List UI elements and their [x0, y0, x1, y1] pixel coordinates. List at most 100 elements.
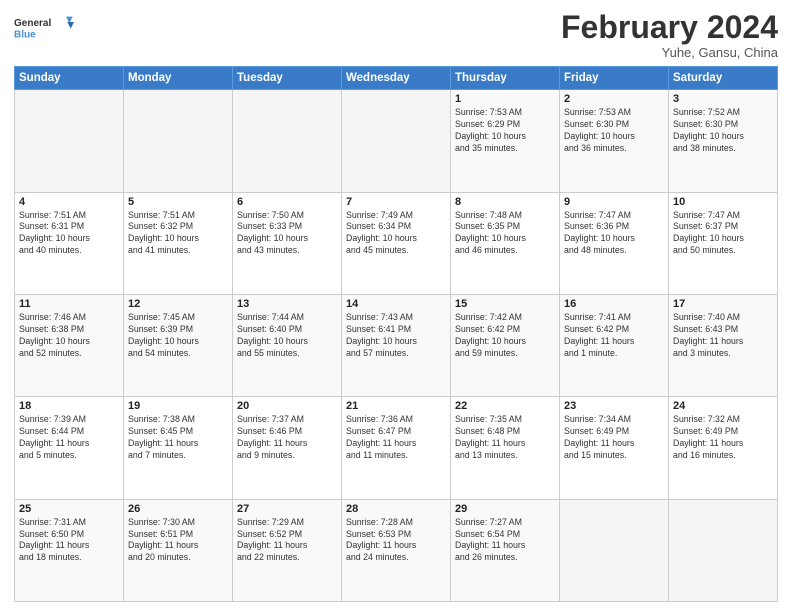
calendar-cell: 29 Sunrise: 7:27 AMSunset: 6:54 PMDayligh…: [451, 499, 560, 601]
day-info: Sunrise: 7:52 AMSunset: 6:30 PMDaylight:…: [673, 107, 773, 155]
header: General Blue February 2024 Yuhe, Gansu, …: [14, 10, 778, 60]
calendar-cell: 16Sunrise: 7:41 AMSunset: 6:42 PMDayligh…: [560, 294, 669, 396]
calendar-cell: [669, 499, 778, 601]
day-info: Sunrise: 7:35 AMSunset: 6:48 PMDaylight:…: [455, 414, 555, 462]
calendar-cell: [342, 90, 451, 192]
calendar-cell: [560, 499, 669, 601]
day-number: 19: [128, 400, 228, 412]
col-header-wednesday: Wednesday: [342, 67, 451, 90]
day-info: Sunrise: 7:32 AMSunset: 6:49 PMDaylight:…: [673, 414, 773, 462]
col-header-saturday: Saturday: [669, 67, 778, 90]
day-number: 9: [564, 196, 664, 208]
week-row-3: 11Sunrise: 7:46 AMSunset: 6:38 PMDayligh…: [15, 294, 778, 396]
calendar-cell: [15, 90, 124, 192]
day-number: 15: [455, 298, 555, 310]
day-info: Sunrise: 7:53 AMSunset: 6:30 PMDaylight:…: [564, 107, 664, 155]
svg-text:Blue: Blue: [14, 29, 36, 40]
calendar-cell: 24 Sunrise: 7:32 AMSunset: 6:49 PMDayligh…: [669, 397, 778, 499]
day-number: 22: [455, 400, 555, 412]
col-header-thursday: Thursday: [451, 67, 560, 90]
day-number: 4: [19, 196, 119, 208]
calendar-cell: 6Sunrise: 7:50 AMSunset: 6:33 PMDaylight…: [233, 192, 342, 294]
day-number: 12: [128, 298, 228, 310]
day-info: Sunrise: 7:29 AMSunset: 6:52 PMDaylight:…: [237, 517, 337, 565]
day-info: Sunrise: 7:37 AMSunset: 6:46 PMDaylight:…: [237, 414, 337, 462]
day-number: 10: [673, 196, 773, 208]
day-info: Sunrise: 7:47 AMSunset: 6:37 PMDaylight:…: [673, 210, 773, 258]
day-info: Sunrise: 7:27 AMSunset: 6:54 PMDaylight:…: [455, 517, 555, 565]
subtitle: Yuhe, Gansu, China: [561, 45, 778, 60]
title-block: February 2024 Yuhe, Gansu, China: [561, 10, 778, 60]
calendar-header-row: SundayMondayTuesdayWednesdayThursdayFrid…: [15, 67, 778, 90]
col-header-monday: Monday: [124, 67, 233, 90]
day-number: 18: [19, 400, 119, 412]
calendar-cell: 12 Sunrise: 7:45 AMSunset: 6:39 PMDayligh…: [124, 294, 233, 396]
calendar-cell: 25 Sunrise: 7:31 AMSunset: 6:50 PMDayligh…: [15, 499, 124, 601]
day-info: Sunrise: 7:34 AMSunset: 6:49 PMDaylight:…: [564, 414, 664, 462]
day-number: 8: [455, 196, 555, 208]
calendar-cell: 15 Sunrise: 7:42 AMSunset: 6:42 PMDayligh…: [451, 294, 560, 396]
calendar-cell: [233, 90, 342, 192]
calendar-cell: 23Sunrise: 7:34 AMSunset: 6:49 PMDayligh…: [560, 397, 669, 499]
calendar-cell: 1Sunrise: 7:53 AMSunset: 6:29 PMDaylight…: [451, 90, 560, 192]
day-info: Sunrise: 7:51 AMSunset: 6:32 PMDaylight:…: [128, 210, 228, 258]
day-number: 2: [564, 93, 664, 105]
day-info: Sunrise: 7:50 AMSunset: 6:33 PMDaylight:…: [237, 210, 337, 258]
day-info: Sunrise: 7:43 AMSunset: 6:41 PMDaylight:…: [346, 312, 446, 360]
calendar-cell: 13 Sunrise: 7:44 AMSunset: 6:40 PMDayligh…: [233, 294, 342, 396]
calendar-table: SundayMondayTuesdayWednesdayThursdayFrid…: [14, 66, 778, 602]
calendar-cell: 7 Sunrise: 7:49 AMSunset: 6:34 PMDaylight…: [342, 192, 451, 294]
calendar-cell: 26 Sunrise: 7:30 AMSunset: 6:51 PMDayligh…: [124, 499, 233, 601]
day-number: 7: [346, 196, 446, 208]
calendar-cell: 2 Sunrise: 7:53 AMSunset: 6:30 PMDaylight…: [560, 90, 669, 192]
day-number: 13: [237, 298, 337, 310]
calendar-cell: 19 Sunrise: 7:38 AMSunset: 6:45 PMDayligh…: [124, 397, 233, 499]
day-info: Sunrise: 7:40 AMSunset: 6:43 PMDaylight:…: [673, 312, 773, 360]
calendar-cell: 22 Sunrise: 7:35 AMSunset: 6:48 PMDayligh…: [451, 397, 560, 499]
day-number: 24: [673, 400, 773, 412]
day-number: 29: [455, 503, 555, 515]
day-number: 11: [19, 298, 119, 310]
day-info: Sunrise: 7:47 AMSunset: 6:36 PMDaylight:…: [564, 210, 664, 258]
calendar-cell: 20Sunrise: 7:37 AMSunset: 6:46 PMDayligh…: [233, 397, 342, 499]
svg-text:General: General: [14, 18, 51, 29]
day-info: Sunrise: 7:38 AMSunset: 6:45 PMDaylight:…: [128, 414, 228, 462]
day-number: 21: [346, 400, 446, 412]
day-info: Sunrise: 7:42 AMSunset: 6:42 PMDaylight:…: [455, 312, 555, 360]
day-info: Sunrise: 7:30 AMSunset: 6:51 PMDaylight:…: [128, 517, 228, 565]
calendar-cell: 10 Sunrise: 7:47 AMSunset: 6:37 PMDayligh…: [669, 192, 778, 294]
week-row-2: 4 Sunrise: 7:51 AMSunset: 6:31 PMDaylight…: [15, 192, 778, 294]
day-number: 5: [128, 196, 228, 208]
col-header-tuesday: Tuesday: [233, 67, 342, 90]
calendar-cell: 17Sunrise: 7:40 AMSunset: 6:43 PMDayligh…: [669, 294, 778, 396]
day-number: 28: [346, 503, 446, 515]
day-info: Sunrise: 7:31 AMSunset: 6:50 PMDaylight:…: [19, 517, 119, 565]
day-info: Sunrise: 7:39 AMSunset: 6:44 PMDaylight:…: [19, 414, 119, 462]
day-number: 26: [128, 503, 228, 515]
logo: General Blue: [14, 10, 74, 46]
calendar-cell: 9 Sunrise: 7:47 AMSunset: 6:36 PMDaylight…: [560, 192, 669, 294]
calendar-cell: [124, 90, 233, 192]
calendar-cell: 11Sunrise: 7:46 AMSunset: 6:38 PMDayligh…: [15, 294, 124, 396]
day-info: Sunrise: 7:45 AMSunset: 6:39 PMDaylight:…: [128, 312, 228, 360]
week-row-5: 25 Sunrise: 7:31 AMSunset: 6:50 PMDayligh…: [15, 499, 778, 601]
day-number: 1: [455, 93, 555, 105]
day-info: Sunrise: 7:41 AMSunset: 6:42 PMDaylight:…: [564, 312, 664, 360]
day-info: Sunrise: 7:36 AMSunset: 6:47 PMDaylight:…: [346, 414, 446, 462]
page: General Blue February 2024 Yuhe, Gansu, …: [0, 0, 792, 612]
week-row-1: 1Sunrise: 7:53 AMSunset: 6:29 PMDaylight…: [15, 90, 778, 192]
day-number: 25: [19, 503, 119, 515]
day-info: Sunrise: 7:49 AMSunset: 6:34 PMDaylight:…: [346, 210, 446, 258]
logo-svg: General Blue: [14, 10, 74, 46]
week-row-4: 18 Sunrise: 7:39 AMSunset: 6:44 PMDayligh…: [15, 397, 778, 499]
day-number: 14: [346, 298, 446, 310]
calendar-cell: 21 Sunrise: 7:36 AMSunset: 6:47 PMDayligh…: [342, 397, 451, 499]
col-header-sunday: Sunday: [15, 67, 124, 90]
calendar-cell: 3Sunrise: 7:52 AMSunset: 6:30 PMDaylight…: [669, 90, 778, 192]
day-info: Sunrise: 7:48 AMSunset: 6:35 PMDaylight:…: [455, 210, 555, 258]
day-info: Sunrise: 7:28 AMSunset: 6:53 PMDaylight:…: [346, 517, 446, 565]
calendar-cell: 18 Sunrise: 7:39 AMSunset: 6:44 PMDayligh…: [15, 397, 124, 499]
calendar-cell: 28 Sunrise: 7:28 AMSunset: 6:53 PMDayligh…: [342, 499, 451, 601]
day-info: Sunrise: 7:44 AMSunset: 6:40 PMDaylight:…: [237, 312, 337, 360]
day-info: Sunrise: 7:51 AMSunset: 6:31 PMDaylight:…: [19, 210, 119, 258]
